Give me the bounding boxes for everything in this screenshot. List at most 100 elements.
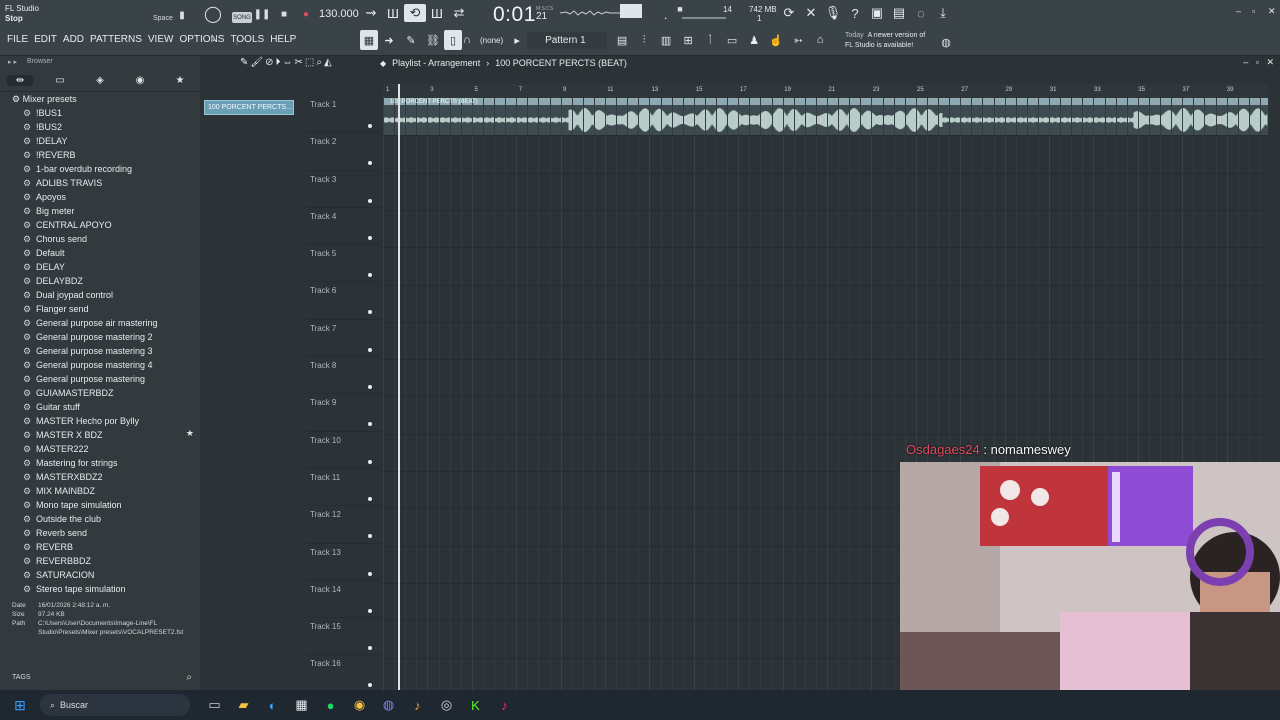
browser-icon[interactable]: ⊞ xyxy=(677,30,699,50)
tab-all-icon[interactable]: ⇹ xyxy=(7,75,33,86)
microphone-icon[interactable]: 🎙︎ xyxy=(822,4,844,22)
track-header[interactable]: Track 2 xyxy=(305,133,385,171)
touch-icon[interactable]: ☝ xyxy=(765,30,787,50)
countdown-icon[interactable]: Ш xyxy=(382,4,404,22)
snap-value[interactable]: (none) xyxy=(480,36,503,45)
kick-icon[interactable]: K xyxy=(461,692,490,718)
blend-icon[interactable]: ⇄ xyxy=(448,4,470,22)
draw-icon[interactable]: ✎ xyxy=(400,30,422,50)
menu-patterns[interactable]: PATTERNS xyxy=(87,34,145,45)
track-mute-icon[interactable] xyxy=(368,683,372,688)
preset-item[interactable]: ⚙ General purpose mastering 4 xyxy=(0,358,200,372)
preset-item[interactable]: ⚙ Outside the club xyxy=(0,512,200,526)
preset-item[interactable]: ⚙ Chorus send xyxy=(0,232,200,246)
record-button[interactable]: ● xyxy=(300,8,312,20)
track-mute-icon[interactable] xyxy=(368,534,372,539)
pattern-selector[interactable]: Pattern 1 xyxy=(527,31,608,49)
track-header[interactable]: Track 14 xyxy=(305,581,385,619)
tab-favorites-icon[interactable]: ★ xyxy=(167,75,193,86)
track-header[interactable]: Track 4 xyxy=(305,208,385,246)
piano-roll-icon[interactable]: ▥ xyxy=(655,30,677,50)
cart-icon[interactable]: ⌂ xyxy=(809,30,831,50)
preset-item[interactable]: ⚙ Default xyxy=(0,246,200,260)
preset-item[interactable]: ⚙ 1-bar overdub recording xyxy=(0,162,200,176)
render-icon[interactable]: ▤ xyxy=(888,4,910,22)
preset-item[interactable]: ⚙ Guitar stuff xyxy=(0,400,200,414)
obs-icon[interactable]: ◎ xyxy=(432,692,461,718)
pencil-icon[interactable]: ✎ xyxy=(240,57,248,68)
playlist-arrow-icon[interactable]: ◆ xyxy=(380,59,386,68)
preset-item[interactable]: ⚙ !BUS1 xyxy=(0,106,200,120)
tags-search-icon[interactable]: ⌕ xyxy=(186,672,192,683)
maximize-icon[interactable]: ▫ xyxy=(1252,6,1255,16)
tempo-tap-icon[interactable]: ➳ xyxy=(787,30,809,50)
pattern-picker[interactable]: 100 PORCENT PERCTS... xyxy=(204,100,294,115)
track-mute-icon[interactable] xyxy=(368,235,372,240)
track-mute-icon[interactable] xyxy=(368,347,372,352)
track-header[interactable]: Track 9 xyxy=(305,394,385,432)
globe-icon[interactable]: ◍ xyxy=(940,36,952,49)
select-icon[interactable]: ⬚ xyxy=(305,57,314,68)
spotify-icon[interactable]: ● xyxy=(316,692,345,718)
channel-rack-icon[interactable]: ⫶ xyxy=(633,30,655,50)
close-icon[interactable]: ✕ xyxy=(1268,6,1276,17)
link-icon[interactable]: ⛓ xyxy=(422,30,444,50)
wait-icon[interactable]: ⇝ xyxy=(360,4,382,22)
tiktok-icon[interactable]: ♪ xyxy=(490,692,519,718)
track-mute-icon[interactable] xyxy=(368,124,372,128)
tab-current-project-icon[interactable]: ▭ xyxy=(47,75,73,86)
refresh-icon[interactable]: ⟳ xyxy=(778,4,800,22)
tempo-display[interactable]: 130.000 xyxy=(319,8,359,20)
download-icon[interactable]: ⤓ xyxy=(932,4,954,22)
preset-item[interactable]: ⚙ MASTER222 xyxy=(0,442,200,456)
track-mute-icon[interactable] xyxy=(368,496,372,501)
track-header[interactable]: Track 1 xyxy=(305,96,385,134)
track-header[interactable]: Track 6 xyxy=(305,282,385,320)
track-mute-icon[interactable] xyxy=(368,608,372,613)
news-panel[interactable]: Today A newer version of FL Studio is av… xyxy=(845,31,925,51)
preset-item[interactable]: ⚙ Flanger send xyxy=(0,302,200,316)
preset-item[interactable]: ⚙ General purpose mastering 3 xyxy=(0,344,200,358)
preset-item[interactable]: ⚙ DELAY xyxy=(0,260,200,274)
track-mute-icon[interactable] xyxy=(368,310,372,315)
mixer-cross-icon[interactable]: ✕ xyxy=(800,4,822,22)
preset-item[interactable]: ⚙ SATURACION xyxy=(0,568,200,582)
zoom-icon[interactable]: ⌕ xyxy=(316,57,322,68)
track-mute-icon[interactable] xyxy=(368,385,372,390)
track-mute-icon[interactable] xyxy=(368,646,372,651)
playlist-window-controls[interactable]: – ▫ ✕ xyxy=(1243,57,1274,68)
preset-item[interactable]: ⚙ !DELAY xyxy=(0,134,200,148)
browser-nav-icon[interactable]: ▸ ▸ xyxy=(8,58,17,70)
menu-edit[interactable]: EDIT xyxy=(31,34,60,45)
track-header[interactable]: Track 3 xyxy=(305,171,385,208)
track-header[interactable]: Track 16 xyxy=(305,655,385,693)
play-button[interactable]: ❚❚ xyxy=(254,8,271,20)
help-icon[interactable]: ? xyxy=(844,4,866,22)
preset-item[interactable]: ⚙ MASTER Hecho por Bylly xyxy=(0,414,200,428)
preset-item[interactable]: ⚙ Mastering for strings xyxy=(0,456,200,470)
preset-item[interactable]: ⚙ General purpose mastering xyxy=(0,372,200,386)
track-mute-icon[interactable] xyxy=(368,161,372,166)
save-icon[interactable]: ▣ xyxy=(866,4,888,22)
playhead[interactable] xyxy=(398,84,400,690)
preset-item[interactable]: ⚙ Dual joypad control xyxy=(0,288,200,302)
preset-item[interactable]: ⚙ General purpose mastering 2 xyxy=(0,330,200,344)
file-explorer-icon[interactable]: ▰ xyxy=(229,692,258,718)
track-mute-icon[interactable] xyxy=(368,273,372,278)
track-mute-icon[interactable] xyxy=(368,459,372,464)
favorite-star-icon[interactable]: ★ xyxy=(186,428,194,439)
paint-icon[interactable]: 🖌︎ xyxy=(250,57,263,68)
preset-item[interactable]: ⚙ GUIAMASTERBDZ xyxy=(0,386,200,400)
track-mute-icon[interactable] xyxy=(368,571,372,576)
playlist-icon[interactable]: ▤ xyxy=(611,30,633,50)
minimize-icon[interactable]: – xyxy=(1236,6,1241,16)
store-icon[interactable]: ▦ xyxy=(287,692,316,718)
stop-button[interactable]: ■ xyxy=(278,8,290,20)
tab-packs-icon[interactable]: ◉ xyxy=(127,75,153,86)
preset-item[interactable]: ⚙ MASTER X BDZ ★ xyxy=(0,428,200,442)
preset-item[interactable]: ⚙ Reverb send xyxy=(0,526,200,540)
chrome-icon[interactable]: ◉ xyxy=(345,692,374,718)
preset-item[interactable]: ⚙ Big meter xyxy=(0,204,200,218)
timeline-ruler[interactable]: 1 3 5 7 9 11 13 15 17 19 21 23 25 27 29 31 33 35 37 39 xyxy=(383,84,1268,98)
preset-item[interactable]: ⚙ MIX MAINBDZ xyxy=(0,484,200,498)
